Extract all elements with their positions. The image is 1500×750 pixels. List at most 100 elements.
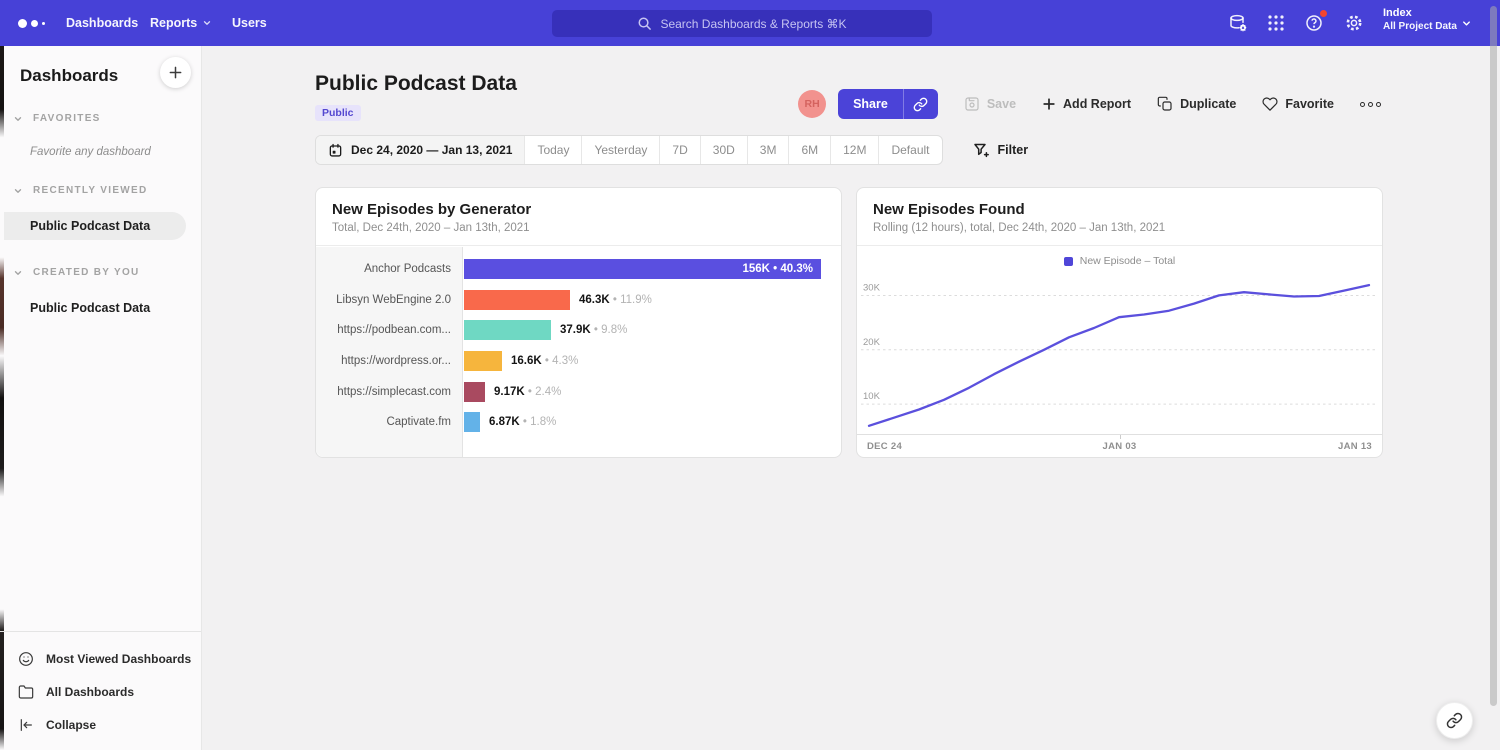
chart-title: New Episodes by Generator: [332, 201, 825, 218]
data-sources-icon[interactable]: [1228, 13, 1248, 33]
legend-swatch-icon: [1064, 257, 1073, 266]
bar-value-label: 46.3K • 11.9%: [579, 294, 652, 306]
card-new-episodes-by-generator: New Episodes by Generator Total, Dec 24t…: [315, 187, 842, 458]
collapse-sidebar-button[interactable]: Collapse: [0, 708, 201, 741]
bar-value-label: 37.9K • 9.8%: [560, 324, 627, 336]
footer-item-label: All Dashboards: [46, 685, 134, 699]
line-series: [869, 285, 1369, 426]
link-icon: [1446, 712, 1463, 729]
duplicate-button[interactable]: Duplicate: [1157, 96, 1236, 112]
x-axis-tick: [1120, 435, 1121, 439]
date-preset-3m[interactable]: 3M: [748, 136, 790, 164]
nav-reports-label: Reports: [150, 16, 197, 30]
nav-reports[interactable]: Reports: [150, 0, 212, 46]
y-tick-label: 30K: [863, 282, 881, 293]
filter-button[interactable]: Filter: [973, 142, 1029, 158]
main-content: Public Podcast Data Public RH Share Save…: [202, 46, 1500, 750]
duplicate-label: Duplicate: [1180, 97, 1236, 111]
section-recently-viewed[interactable]: RECENTLY VIEWED: [0, 185, 201, 196]
copy-link-floating-button[interactable]: [1436, 702, 1473, 739]
chevron-down-icon: [1461, 18, 1472, 29]
footer-item-label: Collapse: [46, 718, 96, 732]
bar-category-label: Libsyn WebEngine 2.0: [316, 294, 463, 306]
share-button-group: Share: [838, 89, 938, 119]
date-preset-today[interactable]: Today: [525, 136, 582, 164]
bar-row: https://wordpress.or... 16.6K • 4.3%: [316, 346, 841, 377]
footer-item-label: Most Viewed Dashboards: [46, 652, 191, 666]
chart-subtitle: Rolling (12 hours), total, Dec 24th, 202…: [873, 222, 1366, 234]
section-created-by-you[interactable]: CREATED BY YOU: [0, 267, 201, 278]
x-tick-label: DEC 24: [867, 441, 902, 452]
filter-label: Filter: [998, 143, 1029, 157]
nav-users-label: Users: [232, 16, 267, 30]
bar-category-label: https://podbean.com...: [316, 324, 463, 336]
sidebar-item-public-podcast-data-recent[interactable]: Public Podcast Data: [0, 212, 186, 240]
section-favorites[interactable]: FAVORITES: [0, 113, 201, 124]
filter-funnel-icon: [973, 142, 990, 158]
most-viewed-dashboards-link[interactable]: Most Viewed Dashboards: [0, 642, 201, 675]
add-report-button[interactable]: Add Report: [1042, 97, 1131, 111]
nav-dashboards[interactable]: Dashboards: [66, 0, 138, 46]
workspace-scope: All Project Data: [1383, 21, 1457, 32]
more-options-button[interactable]: [1358, 98, 1383, 111]
favorite-button[interactable]: Favorite: [1262, 96, 1334, 112]
chart-title: New Episodes Found: [873, 201, 1366, 218]
search-placeholder: Search Dashboards & Reports ⌘K: [660, 17, 846, 31]
card-new-episodes-found: New Episodes Found Rolling (12 hours), t…: [856, 187, 1383, 458]
share-link-button[interactable]: [904, 89, 938, 119]
settings-gear-icon[interactable]: [1344, 13, 1364, 33]
x-axis: DEC 24 JAN 03 JAN 13: [857, 434, 1382, 458]
favorite-label: Favorite: [1285, 97, 1334, 111]
date-preset-7d[interactable]: 7D: [660, 136, 700, 164]
date-toolbar: Dec 24, 2020 — Jan 13, 2021 TodayYesterd…: [315, 135, 1028, 165]
date-preset-30d[interactable]: 30D: [701, 136, 748, 164]
date-range-picker[interactable]: Dec 24, 2020 — Jan 13, 2021: [316, 136, 525, 164]
public-badge: Public: [315, 105, 361, 121]
sidebar-item-label: Public Podcast Data: [30, 301, 150, 315]
new-dashboard-button[interactable]: [160, 57, 191, 88]
heart-icon: [1262, 96, 1278, 112]
page-scrollbar[interactable]: [1490, 6, 1497, 706]
plus-icon: [1042, 97, 1056, 111]
search-icon: [637, 16, 652, 31]
bar-category-label: https://simplecast.com: [316, 386, 463, 398]
bar: 156K • 40.3%: [464, 259, 821, 279]
sidebar-item-public-podcast-data-created[interactable]: Public Podcast Data: [0, 294, 201, 322]
bar-value-label: 16.6K • 4.3%: [511, 355, 578, 367]
share-label: Share: [853, 97, 888, 111]
x-tick-label: JAN 13: [1338, 441, 1372, 452]
date-preset-6m[interactable]: 6M: [789, 136, 831, 164]
bar-row: https://simplecast.com9.17K • 2.4%: [316, 376, 841, 407]
date-range-group: Dec 24, 2020 — Jan 13, 2021 TodayYesterd…: [315, 135, 943, 165]
bar-value-label: 156K • 40.3%: [742, 259, 813, 279]
avatar[interactable]: RH: [798, 90, 826, 118]
nav-users[interactable]: Users: [232, 0, 267, 46]
bar-category-label: https://wordpress.or...: [316, 355, 463, 367]
legend-label: New Episode – Total: [1080, 255, 1176, 267]
apps-grid-icon[interactable]: [1266, 13, 1286, 33]
date-preset-yesterday[interactable]: Yesterday: [582, 136, 660, 164]
sidebar-item-label: Public Podcast Data: [30, 219, 150, 233]
top-navbar: Dashboards Reports Users Search Dashboar…: [0, 0, 1500, 46]
share-button[interactable]: Share: [838, 89, 904, 119]
line-plot-area: 10K20K30K: [861, 271, 1375, 434]
bar: [464, 382, 485, 402]
workspace-selector[interactable]: Index All Project Data: [1383, 7, 1457, 32]
section-created-by-you-label: CREATED BY YOU: [33, 267, 140, 278]
date-preset-default[interactable]: Default: [879, 136, 941, 164]
workspace-name: Index: [1383, 7, 1457, 19]
bar-row: Captivate.fm6.87K • 1.8%: [316, 407, 841, 438]
add-report-label: Add Report: [1063, 97, 1131, 111]
sidebar-footer: Most Viewed Dashboards All Dashboards Co…: [0, 631, 201, 750]
app-logo-icon[interactable]: [18, 0, 45, 46]
calendar-icon: [328, 143, 343, 158]
date-preset-12m[interactable]: 12M: [831, 136, 879, 164]
save-button[interactable]: Save: [964, 96, 1016, 112]
section-recently-viewed-label: RECENTLY VIEWED: [33, 185, 148, 196]
bar: [464, 351, 502, 371]
all-dashboards-link[interactable]: All Dashboards: [0, 675, 201, 708]
global-search-input[interactable]: Search Dashboards & Reports ⌘K: [552, 10, 932, 37]
help-icon[interactable]: [1304, 13, 1324, 33]
chart-subtitle: Total, Dec 24th, 2020 – Jan 13th, 2021: [332, 222, 825, 234]
chevron-down-icon: [13, 114, 23, 124]
